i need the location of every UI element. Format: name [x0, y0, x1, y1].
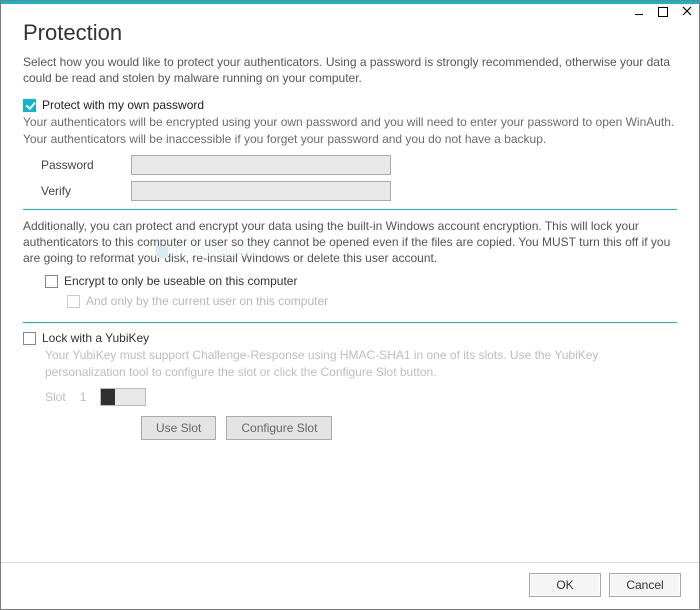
yubikey-button-row: Use Slot Configure Slot — [141, 416, 677, 440]
minimize-icon — [635, 10, 643, 15]
slot-value: 1 — [80, 390, 87, 404]
protect-password-row[interactable]: Protect with my own password — [23, 98, 677, 112]
password-input[interactable] — [131, 155, 391, 175]
spinner-thumb-icon — [101, 389, 115, 405]
yubikey-label: Lock with a YubiKey — [42, 331, 149, 345]
cancel-button[interactable]: Cancel — [609, 573, 681, 597]
dialog-content: Protection Select how you would like to … — [1, 4, 699, 562]
password-form: Password Verify — [41, 155, 677, 201]
minimize-button[interactable] — [631, 4, 647, 20]
section-divider-2 — [23, 322, 677, 323]
close-button[interactable] — [679, 4, 695, 20]
section-divider-1 — [23, 209, 677, 210]
encrypt-user-label: And only by the current user on this com… — [86, 294, 328, 308]
maximize-icon — [658, 7, 668, 17]
yubikey-desc: Your YubiKey must support Challenge-Resp… — [45, 347, 677, 379]
page-title: Protection — [23, 20, 677, 46]
protection-dialog: Protection Select how you would like to … — [0, 0, 700, 610]
slot-spinner[interactable] — [100, 388, 146, 406]
encrypt-user-row: And only by the current user on this com… — [67, 294, 677, 308]
verify-field-label: Verify — [41, 184, 131, 198]
encrypt-computer-row[interactable]: Encrypt to only be useable on this compu… — [45, 274, 677, 288]
yubikey-row[interactable]: Lock with a YubiKey — [23, 331, 677, 345]
encrypt-computer-checkbox[interactable] — [45, 275, 58, 288]
verify-input[interactable] — [131, 181, 391, 201]
spinner-track — [115, 389, 145, 405]
intro-text: Select how you would like to protect you… — [23, 54, 677, 86]
ok-button[interactable]: OK — [529, 573, 601, 597]
protect-password-checkbox[interactable] — [23, 99, 36, 112]
encrypt-user-checkbox — [67, 295, 80, 308]
configure-slot-button[interactable]: Configure Slot — [226, 416, 332, 440]
dialog-footer: OK Cancel — [1, 562, 699, 609]
protect-password-desc: Your authenticators will be encrypted us… — [23, 114, 677, 146]
password-field-label: Password — [41, 158, 131, 172]
yubikey-slot-row: Slot 1 — [45, 388, 677, 406]
windows-encryption-desc: Additionally, you can protect and encryp… — [23, 218, 677, 267]
maximize-button[interactable] — [655, 4, 671, 20]
slot-label: Slot — [45, 390, 66, 404]
protect-password-label: Protect with my own password — [42, 98, 204, 112]
use-slot-button[interactable]: Use Slot — [141, 416, 216, 440]
close-icon — [682, 5, 692, 19]
yubikey-checkbox[interactable] — [23, 332, 36, 345]
window-chrome-buttons — [631, 4, 695, 20]
encrypt-computer-label: Encrypt to only be useable on this compu… — [64, 274, 297, 288]
